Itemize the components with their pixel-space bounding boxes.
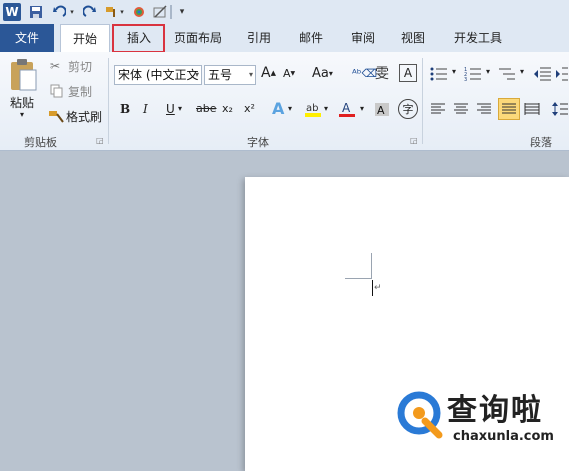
- undo-dropdown-icon[interactable]: ▾: [68, 3, 76, 21]
- word-app-icon[interactable]: W: [3, 3, 21, 21]
- svg-text:A: A: [342, 101, 351, 115]
- increase-indent-icon[interactable]: [556, 65, 568, 83]
- paste-icon[interactable]: [8, 58, 42, 92]
- numbering-dropdown-icon[interactable]: ▾: [486, 67, 490, 76]
- distributed-icon[interactable]: [524, 100, 542, 118]
- watermark-url: chaxunla.com: [453, 429, 554, 444]
- font-group-label: 字体: [247, 136, 269, 149]
- tab-review[interactable]: 审阅: [340, 24, 386, 52]
- align-center-icon[interactable]: [453, 100, 471, 118]
- tab-mailings[interactable]: 邮件: [288, 24, 334, 52]
- tab-file[interactable]: 文件: [0, 24, 54, 52]
- clear-formatting-icon[interactable]: ᴬᵇ⌫: [352, 64, 377, 82]
- insert-tab-highlight-box: [112, 24, 165, 53]
- superscript-button[interactable]: x²: [244, 102, 255, 115]
- text-effects-icon[interactable]: A: [272, 99, 284, 118]
- copy-icon[interactable]: [50, 83, 70, 99]
- italic-button[interactable]: I: [143, 102, 148, 116]
- redo-icon[interactable]: [82, 3, 98, 21]
- group-separator: [422, 58, 423, 144]
- strikethrough-button[interactable]: abe: [196, 102, 217, 115]
- qat-dropdown-icon[interactable]: ▾: [118, 3, 126, 21]
- bullets-dropdown-icon[interactable]: ▾: [452, 67, 456, 76]
- tab-view[interactable]: 视图: [390, 24, 436, 52]
- tab-references[interactable]: 引用: [236, 24, 282, 52]
- ribbon-home: 粘贴 ▾ ✂ 剪切 复制 格式刷 剪贴板 ◲ 宋体 (中文正文 ▾ 五号 ▾ A…: [0, 52, 569, 151]
- font-launcher-icon[interactable]: ◲: [410, 136, 418, 145]
- decrease-indent-icon[interactable]: [534, 65, 554, 83]
- shrink-font-button[interactable]: A ▼: [283, 67, 295, 80]
- text-effects-dropdown-icon[interactable]: ▾: [288, 104, 292, 113]
- margin-corner-mark: [345, 278, 371, 279]
- tab-home[interactable]: 开始: [60, 24, 110, 53]
- justify-icon[interactable]: [498, 98, 520, 120]
- align-right-icon[interactable]: [476, 100, 494, 118]
- svg-text:A: A: [377, 104, 385, 117]
- svg-text:3: 3: [464, 77, 467, 82]
- bold-button[interactable]: B: [120, 102, 130, 116]
- font-color-icon[interactable]: A: [338, 100, 356, 118]
- save-icon[interactable]: [28, 3, 44, 21]
- font-size-value: 五号: [208, 68, 233, 82]
- underline-dropdown-icon[interactable]: ▾: [178, 104, 182, 113]
- group-separator: [108, 58, 109, 144]
- numbering-icon[interactable]: 123: [464, 65, 484, 83]
- customize-qat-icon[interactable]: ▾: [177, 3, 187, 21]
- watermark-brand: 查询啦: [447, 393, 543, 428]
- font-size-dropdown-icon[interactable]: ▾: [249, 66, 253, 84]
- font-name-value: 宋体 (中文正文: [118, 68, 199, 82]
- character-border-button[interactable]: A: [399, 64, 417, 82]
- font-color-dropdown-icon[interactable]: ▾: [360, 104, 364, 113]
- subscript-button[interactable]: x₂: [222, 102, 233, 115]
- line-spacing-icon[interactable]: [552, 100, 568, 118]
- change-case-button[interactable]: Aa ▾: [312, 66, 333, 81]
- character-shading-icon[interactable]: A: [374, 100, 392, 118]
- phonetic-guide-button[interactable]: 雯: [375, 64, 395, 82]
- svg-text:ab: ab: [306, 103, 318, 114]
- clipboard-group-label: 剪贴板: [24, 136, 57, 149]
- paste-label[interactable]: 粘贴: [10, 94, 46, 110]
- watermark-logo: 查询啦 chaxunla.com: [395, 387, 565, 457]
- copy-label[interactable]: 复制: [68, 83, 92, 99]
- margin-corner-mark: [371, 253, 372, 279]
- multilevel-dropdown-icon[interactable]: ▾: [520, 67, 524, 76]
- draw-table-icon[interactable]: [151, 3, 169, 21]
- paragraph-group-label: 段落: [530, 136, 552, 149]
- ribbon-tab-bar: 文件 开始 插入 页面布局 引用 邮件 审阅 视图 开发工具: [0, 24, 569, 53]
- quick-access-toolbar: W ▾ ▾ ▾: [0, 0, 569, 24]
- grow-font-button[interactable]: A ▲: [261, 65, 276, 81]
- highlight-dropdown-icon[interactable]: ▾: [324, 104, 328, 113]
- tab-developer[interactable]: 开发工具: [444, 24, 512, 52]
- tab-page-layout[interactable]: 页面布局: [167, 24, 229, 52]
- font-name-combo[interactable]: 宋体 (中文正文 ▾: [114, 65, 202, 85]
- paste-dropdown-icon[interactable]: ▾: [20, 110, 24, 119]
- text-cursor: [372, 280, 373, 296]
- undo-icon[interactable]: [50, 3, 68, 21]
- align-left-icon[interactable]: [430, 100, 448, 118]
- cut-label[interactable]: 剪切: [68, 58, 92, 74]
- color-wheel-icon[interactable]: [131, 3, 147, 21]
- cut-icon[interactable]: ✂: [50, 58, 70, 74]
- enclose-characters-button[interactable]: 字: [398, 99, 418, 119]
- format-painter-label[interactable]: 格式刷: [66, 108, 102, 124]
- highlight-color-icon[interactable]: ab: [304, 100, 322, 118]
- underline-button[interactable]: U: [166, 102, 175, 116]
- watermark-q-icon: [397, 391, 443, 439]
- format-painter-icon[interactable]: [48, 108, 68, 124]
- qat-separator: [170, 5, 172, 19]
- clipboard-launcher-icon[interactable]: ◲: [96, 136, 104, 145]
- paragraph-mark-icon: ↵: [374, 283, 382, 293]
- font-size-combo[interactable]: 五号 ▾: [204, 65, 256, 85]
- bullets-icon[interactable]: [430, 65, 450, 83]
- multilevel-list-icon[interactable]: [498, 65, 518, 83]
- font-name-dropdown-icon[interactable]: ▾: [195, 66, 199, 84]
